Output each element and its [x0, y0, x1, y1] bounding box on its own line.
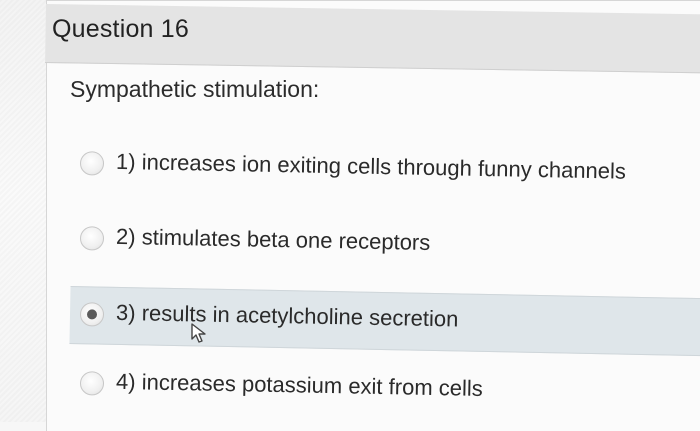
radio-button-icon[interactable] — [79, 226, 105, 251]
radio-button-icon[interactable] — [79, 151, 105, 176]
radio-button-icon[interactable] — [79, 371, 105, 396]
answer-label-2[interactable]: 2) stimulates beta one receptors — [116, 224, 431, 256]
answer-option-1[interactable]: 1) increases ion exiting cells through f… — [69, 136, 700, 204]
answer-option-3[interactable]: 3) results in acetylcholine secretion — [69, 286, 700, 357]
answer-label-3[interactable]: 3) results in acetylcholine secretion — [116, 300, 459, 333]
mouse-pointer-icon — [191, 323, 206, 343]
answer-list: 1) increases ion exiting cells through f… — [0, 0, 700, 422]
radio-button-checked-icon[interactable] — [79, 302, 105, 327]
answer-option-4[interactable]: 4) increases potassium exit from cells — [69, 356, 700, 424]
answer-option-2[interactable]: 2) stimulates beta one receptors — [69, 211, 700, 279]
answer-label-4[interactable]: 4) increases potassium exit from cells — [116, 369, 483, 402]
answer-label-1[interactable]: 1) increases ion exiting cells through f… — [116, 149, 626, 185]
